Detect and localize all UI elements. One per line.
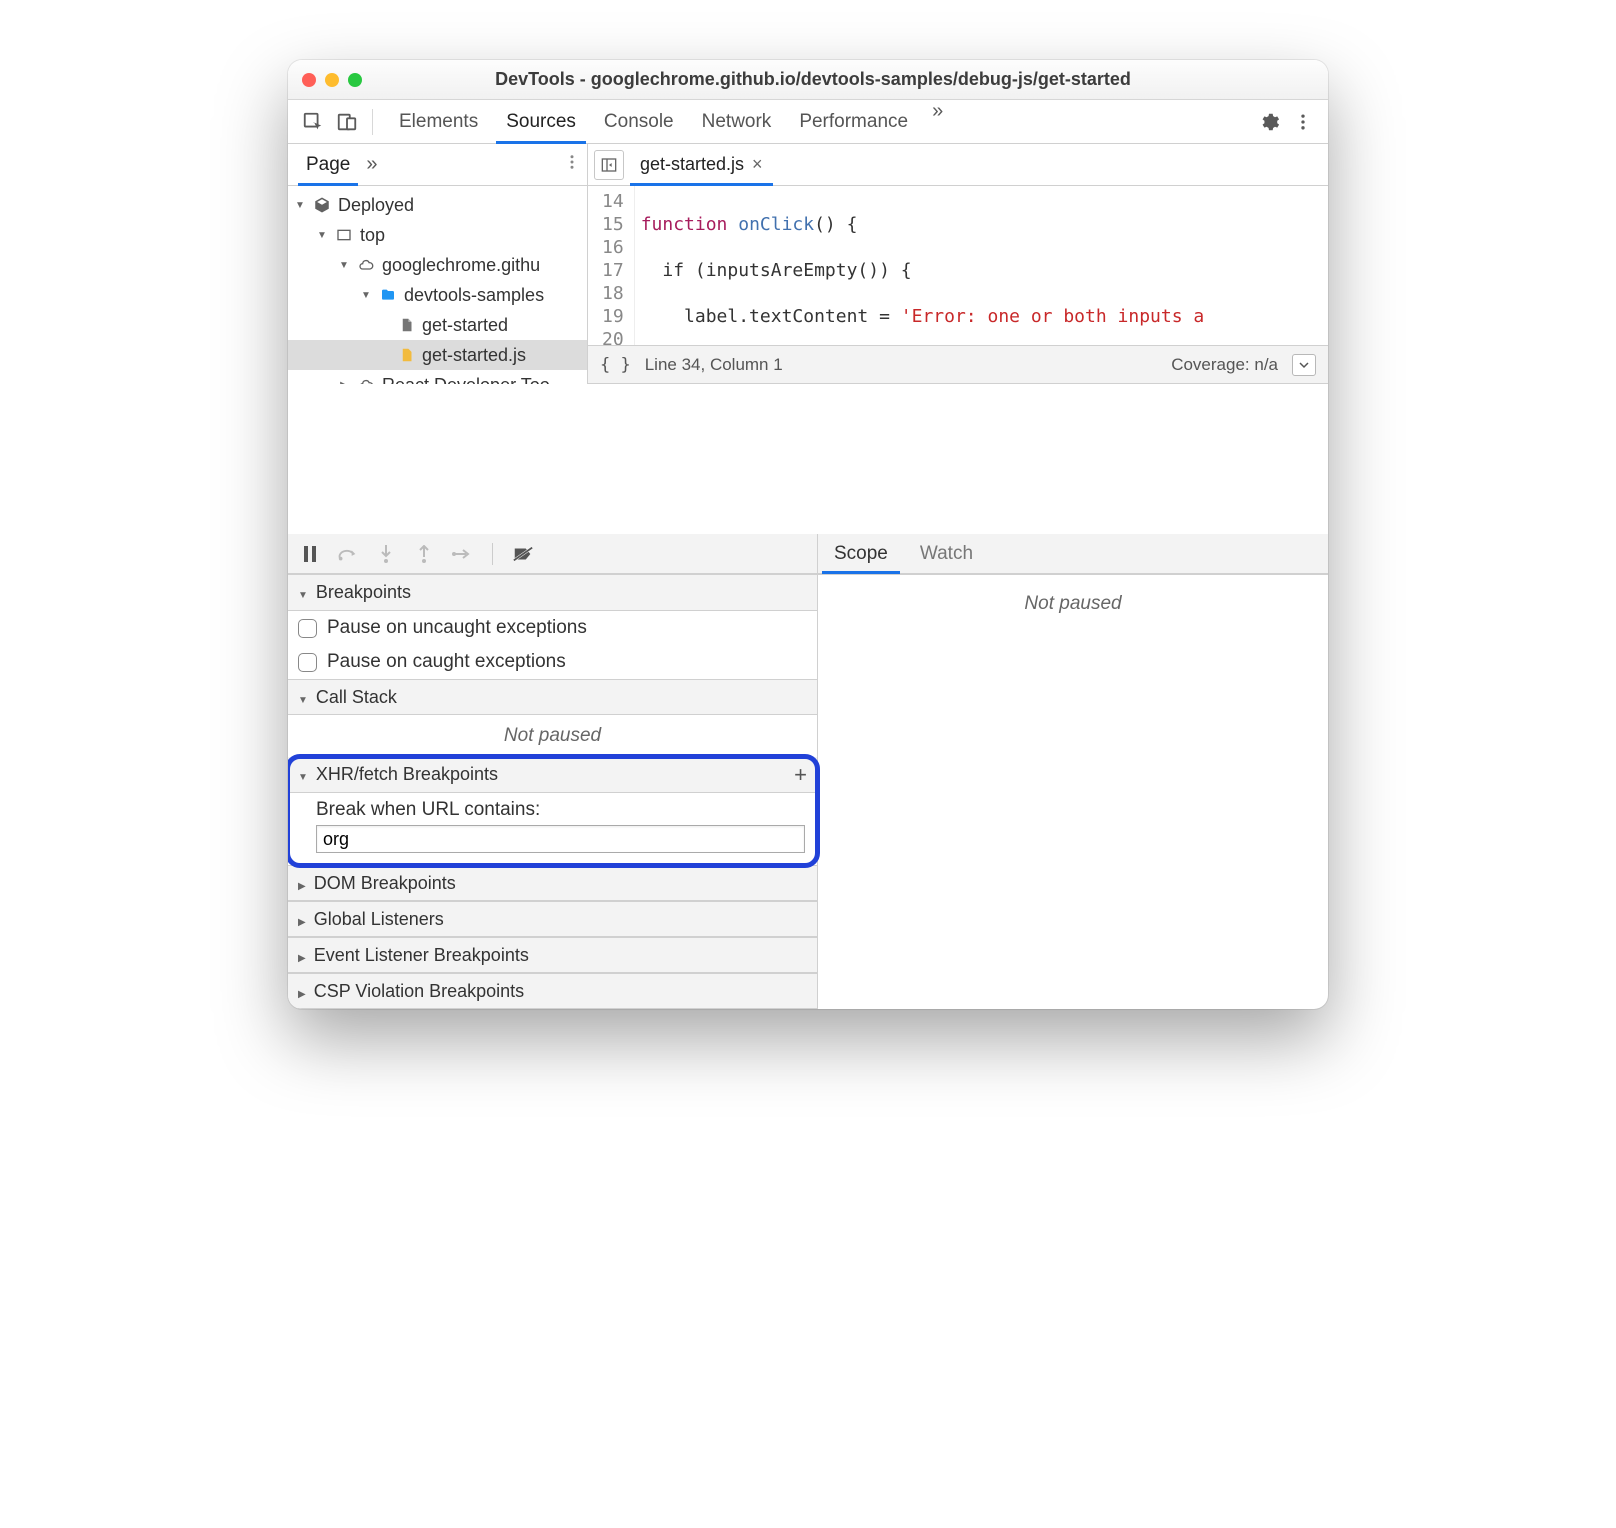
close-icon[interactable] (302, 73, 316, 87)
scope-empty: Not paused (818, 575, 1328, 633)
main-tabstrip: Elements Sources Console Network Perform… (288, 100, 1328, 144)
window-controls (302, 73, 362, 87)
tab-network[interactable]: Network (688, 100, 786, 143)
add-xhr-breakpoint-icon[interactable]: + (794, 762, 807, 788)
deactivate-breakpoints-icon[interactable] (511, 542, 535, 566)
code-editor[interactable]: 141516171819202122 function onClick() { … (588, 186, 1328, 345)
tree-react-ext[interactable]: React Developer Too (288, 370, 587, 384)
folder-icon (378, 285, 398, 305)
xhr-breakpoints-highlight: XHR/fetch Breakpoints + Break when URL c… (288, 757, 817, 865)
device-toggle-icon[interactable] (330, 105, 364, 139)
nav-overflow[interactable]: » (358, 153, 385, 176)
xhr-input-label: Break when URL contains: (316, 799, 805, 821)
coverage-dropdown-icon[interactable] (1292, 354, 1316, 376)
section-event-listener-breakpoints[interactable]: Event Listener Breakpoints (288, 937, 817, 973)
nav-kebab-icon[interactable] (563, 153, 581, 176)
tree-top[interactable]: top (288, 220, 587, 250)
pause-icon[interactable] (298, 542, 322, 566)
minimize-icon[interactable] (325, 73, 339, 87)
navigator-panel: Page » Deployed top (288, 144, 588, 384)
editor-panel: get-started.js × 141516171819202122 func… (588, 144, 1328, 384)
pause-uncaught-row[interactable]: Pause on uncaught exceptions (288, 611, 817, 645)
debugger-sidebar: Breakpoints Pause on uncaught exceptions… (288, 575, 818, 1009)
settings-icon[interactable] (1252, 105, 1286, 139)
window-title: DevTools - googlechrome.github.io/devtoo… (362, 69, 1314, 90)
nav-tab-page[interactable]: Page (298, 144, 358, 185)
debug-toolbar: Scope Watch (288, 534, 1328, 574)
tree-origin[interactable]: googlechrome.githu (288, 250, 587, 280)
tree-file-html[interactable]: get-started (288, 310, 587, 340)
section-csp-breakpoints[interactable]: CSP Violation Breakpoints (288, 973, 817, 1009)
js-file-icon (396, 345, 416, 365)
section-breakpoints[interactable]: Breakpoints (288, 575, 817, 611)
cloud-icon (356, 255, 376, 275)
coverage-label: Coverage: n/a (1171, 355, 1278, 375)
tab-scope[interactable]: Scope (818, 534, 904, 573)
file-tab[interactable]: get-started.js × (634, 144, 769, 185)
checkbox-icon[interactable] (298, 653, 317, 672)
zoom-icon[interactable] (348, 73, 362, 87)
toggle-navigator-icon[interactable] (594, 150, 624, 180)
tab-sources[interactable]: Sources (492, 100, 590, 143)
section-xhr-breakpoints[interactable]: XHR/fetch Breakpoints + (288, 757, 817, 793)
tab-console[interactable]: Console (590, 100, 688, 143)
pretty-print-icon[interactable]: { } (600, 355, 631, 375)
pause-caught-row[interactable]: Pause on caught exceptions (288, 645, 817, 679)
checkbox-icon[interactable] (298, 619, 317, 638)
cloud-icon (356, 375, 376, 384)
titlebar: DevTools - googlechrome.github.io/devtoo… (288, 60, 1328, 100)
tree-file-js[interactable]: get-started.js (288, 340, 587, 370)
section-global-listeners[interactable]: Global Listeners (288, 901, 817, 937)
tree-folder[interactable]: devtools-samples (288, 280, 587, 310)
document-icon (396, 315, 416, 335)
tabs-overflow[interactable]: » (922, 100, 953, 143)
call-stack-empty: Not paused (288, 715, 817, 757)
cube-icon (312, 195, 332, 215)
tab-elements[interactable]: Elements (385, 100, 492, 143)
scope-panel: Not paused (818, 575, 1328, 1009)
devtools-window: DevTools - googlechrome.github.io/devtoo… (288, 60, 1328, 1009)
step-into-icon[interactable] (374, 542, 398, 566)
tree-deployed[interactable]: Deployed (288, 190, 587, 220)
step-over-icon[interactable] (336, 542, 360, 566)
step-icon[interactable] (450, 542, 474, 566)
section-call-stack[interactable]: Call Stack (288, 679, 817, 715)
cursor-position: Line 34, Column 1 (645, 355, 783, 375)
step-out-icon[interactable] (412, 542, 436, 566)
frame-icon (334, 225, 354, 245)
line-gutter: 141516171819202122 (588, 186, 635, 345)
tab-watch[interactable]: Watch (904, 534, 989, 573)
xhr-url-input[interactable] (316, 825, 805, 853)
kebab-menu-icon[interactable] (1286, 105, 1320, 139)
section-dom-breakpoints[interactable]: DOM Breakpoints (288, 865, 817, 901)
tab-performance[interactable]: Performance (785, 100, 922, 143)
inspect-icon[interactable] (296, 105, 330, 139)
close-tab-icon[interactable]: × (752, 154, 763, 175)
